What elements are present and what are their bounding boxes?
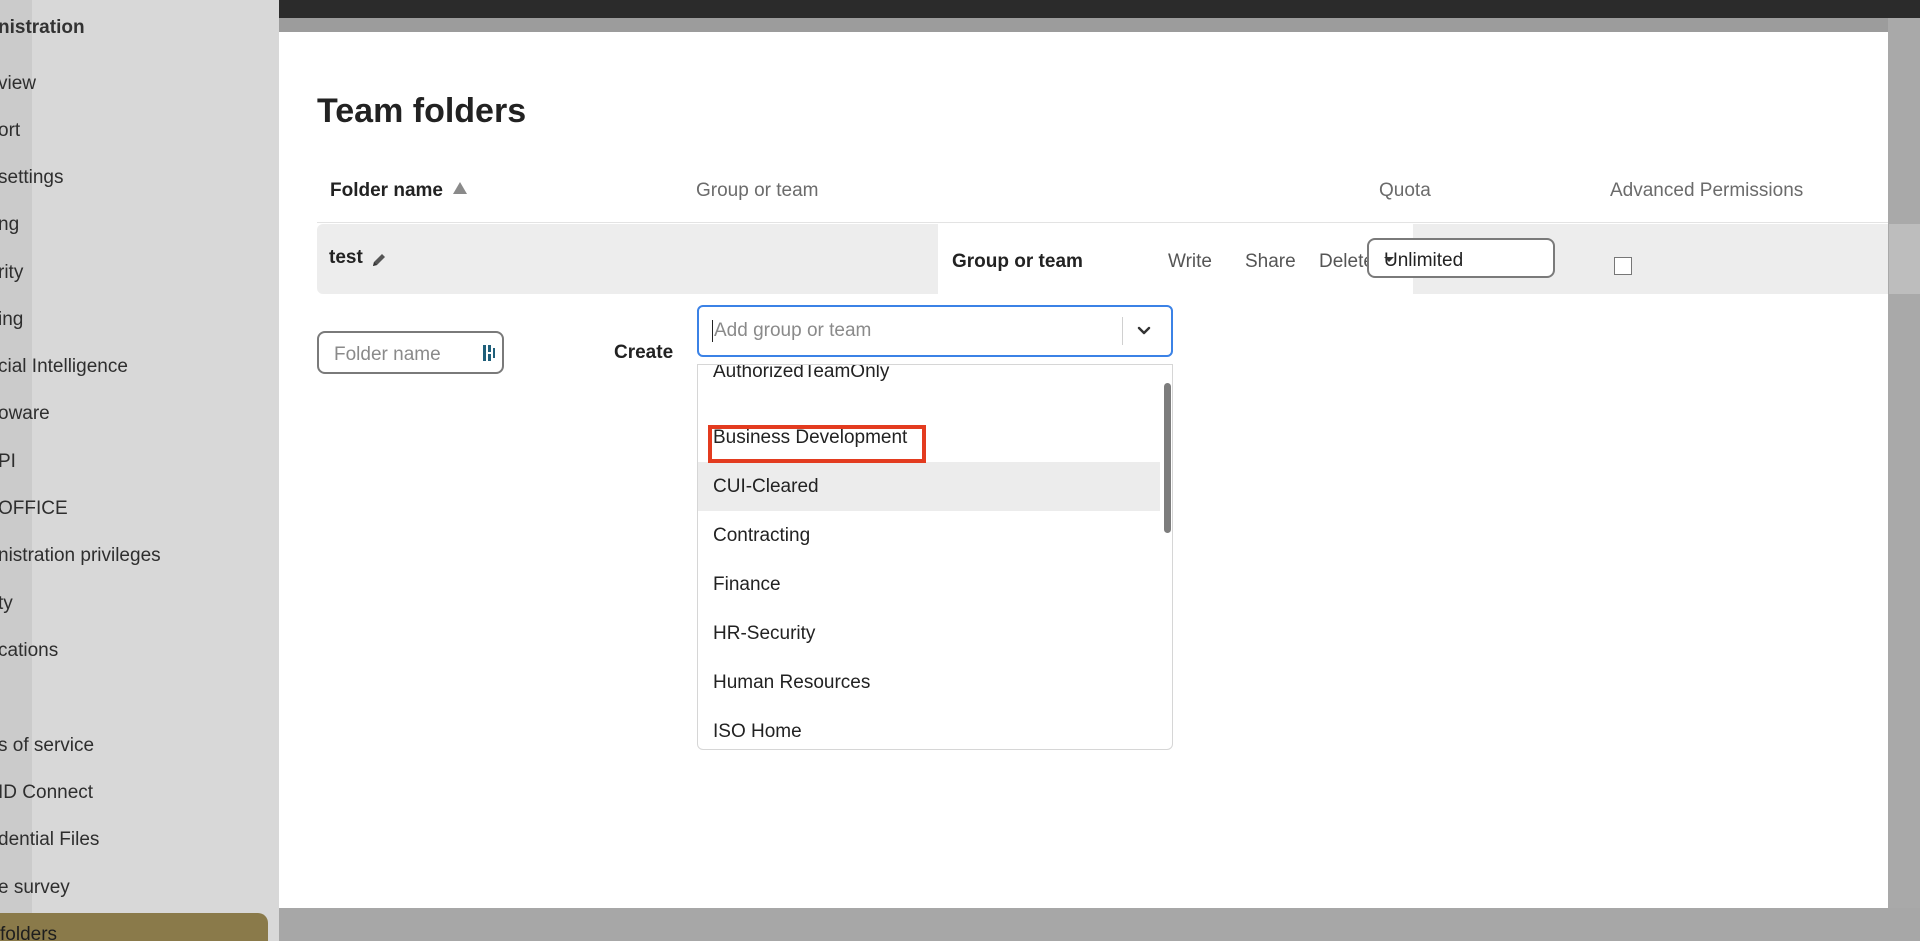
sidebar-item-openid-connect[interactable]: ID Connect: [0, 782, 93, 804]
folder-name: test: [329, 247, 363, 268]
write-permission-header: Write: [1168, 251, 1212, 272]
sidebar-title: nistration: [0, 17, 85, 38]
sidebar-item-confidential-files[interactable]: dential Files: [0, 829, 99, 851]
option-label: CUI-Cleared: [713, 476, 819, 497]
background-bottom: [279, 908, 1920, 941]
page-scrollbar[interactable]: [1889, 224, 1920, 294]
caret-down-icon: [1384, 257, 1394, 262]
sidebar-item-team-folders[interactable]: folders: [0, 913, 268, 941]
permissions-header: Group or team Write Share Delete: [938, 224, 1413, 294]
advanced-permissions-column-header: Advanced Permissions: [1610, 180, 1804, 201]
sidebar-item-groupware[interactable]: oware: [0, 403, 50, 425]
permissions-group-header: Group or team: [952, 251, 1083, 272]
pencil-icon[interactable]: [370, 251, 388, 269]
group-option-finance[interactable]: Finance: [698, 560, 1160, 609]
text-cursor: [712, 320, 713, 342]
sidebar-item-basic-settings[interactable]: settings: [0, 167, 63, 189]
background-right: [1888, 18, 1920, 941]
group-option-cui-cleared[interactable]: CUI-Cleared: [698, 462, 1160, 511]
group-option-iso-home[interactable]: ISO Home: [698, 707, 1160, 749]
sidebar-item-support[interactable]: ort: [0, 120, 20, 142]
quota-select[interactable]: Unlimited: [1367, 238, 1555, 278]
sidebar-item-theming[interactable]: ing: [0, 309, 23, 331]
group-search-placeholder: Add group or team: [714, 320, 872, 341]
settings-sidebar: nistration view ort settings ng rity ing…: [0, 0, 279, 941]
quota-column-header: Quota: [1379, 180, 1431, 201]
group-option-contracting[interactable]: Contracting: [698, 511, 1160, 560]
group-search-input[interactable]: Add group or team: [697, 305, 1173, 357]
sidebar-item-terms-of-service[interactable]: s of service: [0, 735, 94, 757]
share-permission-header: Share: [1245, 251, 1296, 272]
quota-value: Unlimited: [1384, 250, 1464, 271]
sidebar-item-overview[interactable]: view: [0, 73, 36, 95]
sort-ascending-icon: [452, 182, 467, 194]
folder-name-column-header[interactable]: Folder name: [330, 180, 467, 202]
sidebar-item-usage-survey[interactable]: e survey: [0, 877, 70, 899]
option-label: Contracting: [713, 525, 811, 546]
group-option[interactable]: AuthorizedTeamOnly: [698, 365, 1160, 414]
sidebar-item-office[interactable]: OFFICE: [0, 498, 68, 520]
sidebar-item-administration-privileges[interactable]: nistration privileges: [0, 545, 161, 567]
option-label: Finance: [713, 574, 781, 595]
sidebar-item-notifications[interactable]: cations: [0, 640, 58, 662]
new-folder-name-input[interactable]: Folder name: [317, 331, 504, 374]
sidebar-item-security[interactable]: rity: [0, 262, 23, 284]
delete-permission-header: Delete: [1319, 251, 1374, 272]
background-top: [0, 0, 1920, 18]
option-label: Human Resources: [713, 672, 871, 693]
sidebar-item-label: folders: [0, 924, 58, 941]
highlight-annotation: [708, 425, 926, 463]
create-folder-button[interactable]: Create: [614, 342, 673, 364]
header-divider: [317, 222, 1888, 223]
option-label: HR-Security: [713, 623, 816, 644]
option-label: ISO Home: [713, 721, 802, 742]
sidebar-item-activity[interactable]: ty: [0, 593, 13, 615]
group-column-header: Group or team: [696, 180, 819, 201]
listbox-scrollbar[interactable]: [1164, 383, 1171, 533]
sidebar-item-sharing[interactable]: ng: [0, 214, 19, 236]
option-label: AuthorizedTeamOnly: [713, 364, 890, 382]
group-option-hr-security[interactable]: HR-Security: [698, 609, 1160, 658]
sidebar-item-artificial-intelligence[interactable]: cial Intelligence: [0, 356, 128, 378]
advanced-permissions-checkbox[interactable]: [1614, 257, 1632, 275]
chevron-down-icon[interactable]: [1135, 322, 1153, 340]
group-options-listbox: AuthorizedTeamOnly Business Development …: [697, 364, 1173, 750]
page-title: Team folders: [317, 92, 527, 130]
password-manager-icon[interactable]: [482, 343, 496, 363]
sidebar-item-api[interactable]: PI: [0, 451, 16, 473]
group-option-human-resources[interactable]: Human Resources: [698, 658, 1160, 707]
folder-name-placeholder: Folder name: [334, 344, 441, 365]
combo-separator: [1122, 317, 1123, 345]
folder-name-header-label: Folder name: [330, 180, 443, 201]
